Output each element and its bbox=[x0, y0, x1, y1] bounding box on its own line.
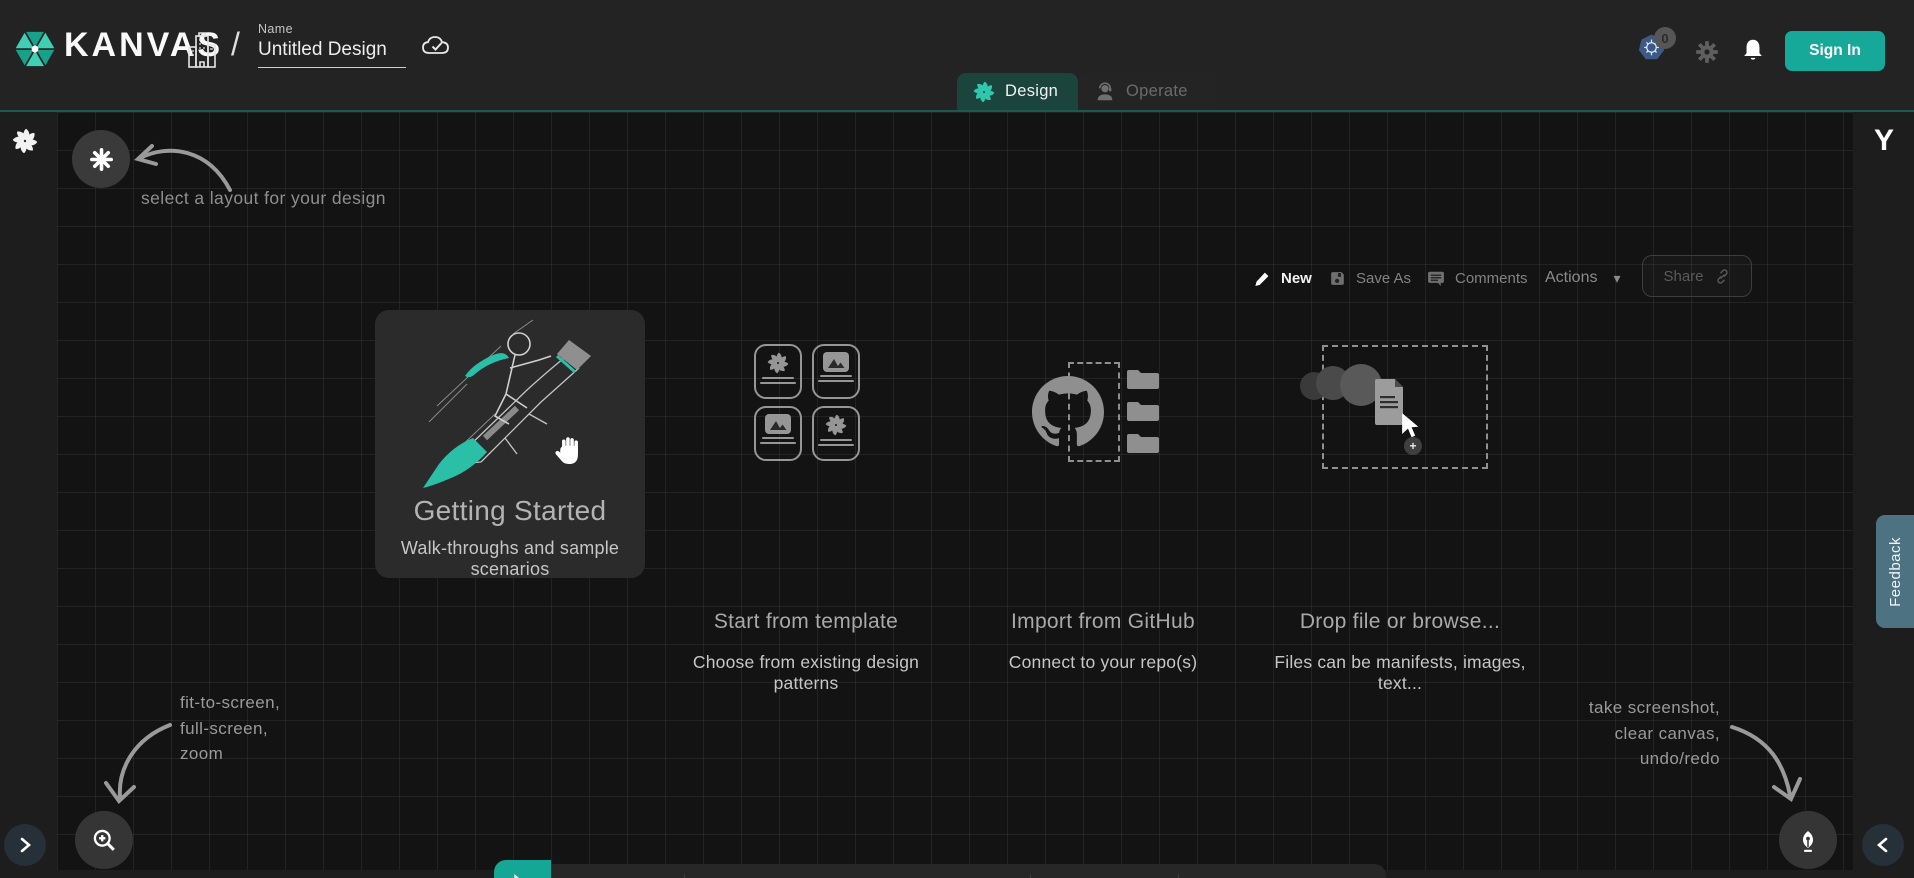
breadcrumb-separator: / bbox=[231, 26, 240, 63]
actions-label: Actions bbox=[1545, 269, 1597, 287]
tab-design-label: Design bbox=[1005, 82, 1058, 101]
card-subtitle: Files can be manifests, images, text... bbox=[1254, 652, 1546, 694]
layout-selector-button[interactable] bbox=[72, 130, 130, 188]
card-drop-file[interactable]: + Drop file or browse... Files can be ma… bbox=[1254, 342, 1546, 578]
folder-icon bbox=[1126, 368, 1160, 390]
toolbar-separator bbox=[1030, 874, 1031, 878]
template-tile-spiral bbox=[812, 406, 860, 461]
actions-hint-text: take screenshot, clear canvas, undo/redo bbox=[1500, 695, 1720, 772]
right-side-strip bbox=[1857, 112, 1914, 878]
select-pan-group bbox=[494, 860, 551, 878]
card-title: Start from template bbox=[660, 610, 952, 634]
feedback-label: Feedback bbox=[1887, 537, 1904, 607]
left-side-strip bbox=[0, 112, 57, 878]
y-partner-logo[interactable]: Y bbox=[1862, 124, 1906, 158]
save-as-label: Save As bbox=[1356, 270, 1411, 287]
card-subtitle: Walk-throughs and sample scenarios bbox=[375, 538, 645, 580]
share-button[interactable]: Share bbox=[1642, 255, 1752, 297]
sign-in-button[interactable]: Sign In bbox=[1785, 31, 1885, 71]
card-import-github[interactable]: Import from GitHub Connect to your repo(… bbox=[957, 342, 1249, 578]
card-title: Drop file or browse... bbox=[1254, 610, 1546, 634]
expand-left-panel-button[interactable] bbox=[4, 824, 46, 866]
card-getting-started[interactable]: Getting Started Walk-throughs and sample… bbox=[375, 310, 645, 578]
operate-headset-icon bbox=[1094, 81, 1116, 103]
actions-dropdown[interactable]: Actions ▾ bbox=[1545, 258, 1621, 298]
pen-actions-button[interactable] bbox=[1779, 811, 1837, 869]
card-subtitle: Connect to your repo(s) bbox=[957, 652, 1249, 673]
name-field-label: Name bbox=[258, 22, 406, 36]
dropdown-arrow-icon: ▾ bbox=[1613, 270, 1620, 287]
design-spiral-icon bbox=[973, 81, 995, 103]
folder-icon bbox=[1126, 432, 1160, 454]
template-tile-image bbox=[812, 344, 860, 399]
resource-counter[interactable]: 0 bbox=[1638, 33, 1684, 65]
hint-line: zoom bbox=[180, 741, 280, 767]
hint-line: undo/redo bbox=[1500, 746, 1720, 772]
card-title: Import from GitHub bbox=[957, 610, 1249, 634]
tools-toolbar: T bbox=[494, 864, 1386, 878]
template-tile-image bbox=[754, 406, 802, 461]
design-name-input[interactable]: Untitled Design bbox=[258, 36, 406, 68]
notification-count-badge: 0 bbox=[1654, 27, 1676, 49]
expand-right-panel-button[interactable] bbox=[1862, 824, 1904, 866]
chevron-right-icon bbox=[18, 836, 32, 854]
cursor-arrow-icon bbox=[1398, 412, 1422, 439]
hint-arrow-bottom-right bbox=[1726, 717, 1806, 807]
notifications-bell-icon[interactable] bbox=[1740, 37, 1766, 65]
layout-asterisk-icon bbox=[88, 146, 115, 173]
card-subtitle: Choose from existing design patterns bbox=[660, 652, 952, 694]
comments-label: Comments bbox=[1455, 270, 1528, 287]
comments-bubble-icon bbox=[1426, 269, 1446, 288]
card-title: Getting Started bbox=[375, 495, 645, 527]
tab-operate-label: Operate bbox=[1126, 82, 1188, 101]
add-plus-badge: + bbox=[1404, 437, 1422, 455]
hint-line: clear canvas, bbox=[1500, 721, 1720, 747]
hint-line: take screenshot, bbox=[1500, 695, 1720, 721]
zoom-hint-text: fit-to-screen, full-screen, zoom bbox=[180, 690, 280, 767]
floppy-save-icon bbox=[1328, 269, 1347, 288]
workspace: Y select a layout for your design New bbox=[0, 110, 1914, 878]
layout-hint-text: select a layout for your design bbox=[141, 188, 386, 209]
magnifier-plus-icon bbox=[90, 826, 118, 854]
kanvas-app: KANVAS / Name Untitled Design bbox=[0, 0, 1914, 878]
hint-line: full-screen, bbox=[180, 716, 280, 742]
share-link-icon bbox=[1714, 268, 1731, 285]
tab-operate[interactable]: Operate bbox=[1078, 73, 1217, 110]
select-cursor-icon bbox=[510, 873, 535, 878]
template-tile-spiral bbox=[754, 344, 802, 399]
comments-button[interactable]: Comments bbox=[1426, 258, 1528, 298]
kanvas-logo-icon bbox=[12, 26, 58, 72]
hint-line: fit-to-screen, bbox=[180, 690, 280, 716]
toolbar-separator bbox=[684, 874, 685, 878]
save-as-button[interactable]: Save As bbox=[1328, 258, 1411, 298]
feedback-tab[interactable]: Feedback bbox=[1876, 515, 1914, 628]
hint-arrow-bottom-left bbox=[96, 717, 178, 809]
chevron-left-icon bbox=[1876, 836, 1890, 854]
share-label: Share bbox=[1663, 268, 1703, 285]
settings-gear-icon[interactable] bbox=[1694, 39, 1720, 65]
new-label: New bbox=[1281, 270, 1312, 287]
pencil-new-icon bbox=[1253, 269, 1272, 288]
folder-icon bbox=[1126, 400, 1160, 422]
pen-nib-icon bbox=[1794, 826, 1822, 854]
github-octocat-icon bbox=[1032, 376, 1104, 448]
new-design-button[interactable]: New bbox=[1253, 258, 1312, 298]
select-tool-button[interactable] bbox=[494, 860, 551, 878]
cloud-sync-status-icon bbox=[420, 32, 454, 60]
tab-design[interactable]: Design bbox=[957, 73, 1078, 110]
design-name-field: Name Untitled Design bbox=[258, 22, 406, 68]
zoom-controls-button[interactable] bbox=[75, 811, 133, 869]
toolbar-separator bbox=[1178, 874, 1179, 878]
card-start-from-template[interactable]: Start from template Choose from existing… bbox=[660, 342, 952, 578]
organization-building-icon[interactable] bbox=[186, 31, 218, 71]
loading-spiral-icon bbox=[12, 128, 38, 154]
hand-cursor-icon bbox=[553, 430, 587, 470]
